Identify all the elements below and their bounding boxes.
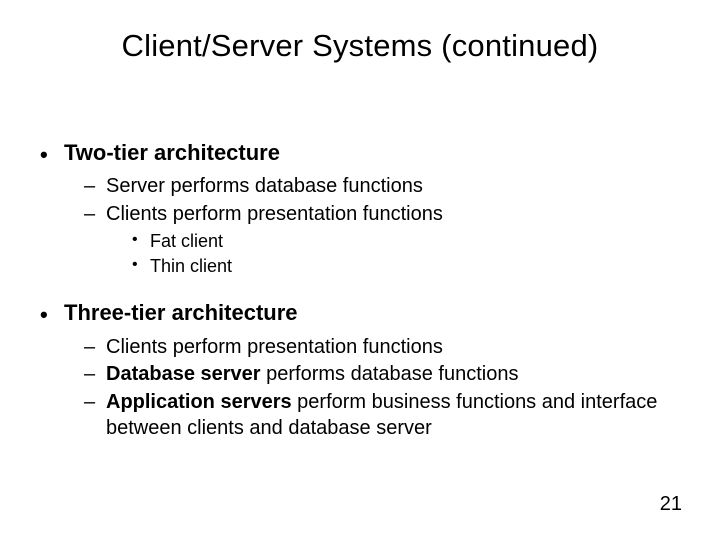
page-number: 21 [660,493,682,516]
sub-sub-bullet-text: Thin client [150,255,680,278]
dash-icon: – [84,202,106,228]
rest-text: performs database functions [261,363,519,385]
bullet-text: Two-tier architecture [64,140,680,166]
dash-icon: – [84,362,106,388]
bullet-icon: • [132,255,150,276]
bullet-icon: • [40,300,64,328]
bold-term: Database server [106,363,261,385]
slide-content: • Two-tier architecture – Server perform… [40,130,680,441]
spacer [40,278,680,290]
bold-term: Application servers [106,391,292,413]
bullet-three-tier: • Three-tier architecture [40,300,680,328]
sub-bullet-text: Application servers perform business fun… [106,390,680,441]
dash-icon: – [84,390,106,416]
bullet-icon: • [132,230,150,251]
sub-sub-bullet: • Fat client [132,230,680,253]
dash-icon: – [84,335,106,361]
bullet-two-tier: • Two-tier architecture [40,140,680,168]
sub-sub-bullet-text: Fat client [150,230,680,253]
sub-bullet-text: Database server performs database functi… [106,362,680,388]
bullet-icon: • [40,140,64,168]
sub-bullet-text: Clients perform presentation functions [106,202,680,228]
slide: Client/Server Systems (continued) • Two-… [0,0,720,540]
dash-icon: – [84,174,106,200]
slide-title: Client/Server Systems (continued) [0,28,720,64]
sub-bullet-text: Clients perform presentation functions [106,335,680,361]
sub-bullet: – Clients perform presentation functions [84,202,680,228]
sub-bullet: – Server performs database functions [84,174,680,200]
sub-bullet-text: Server performs database functions [106,174,680,200]
sub-bullet: – Database server performs database func… [84,362,680,388]
sub-bullet: – Application servers perform business f… [84,390,680,441]
sub-sub-bullet: • Thin client [132,255,680,278]
bullet-text: Three-tier architecture [64,300,680,326]
sub-bullet: – Clients perform presentation functions [84,335,680,361]
